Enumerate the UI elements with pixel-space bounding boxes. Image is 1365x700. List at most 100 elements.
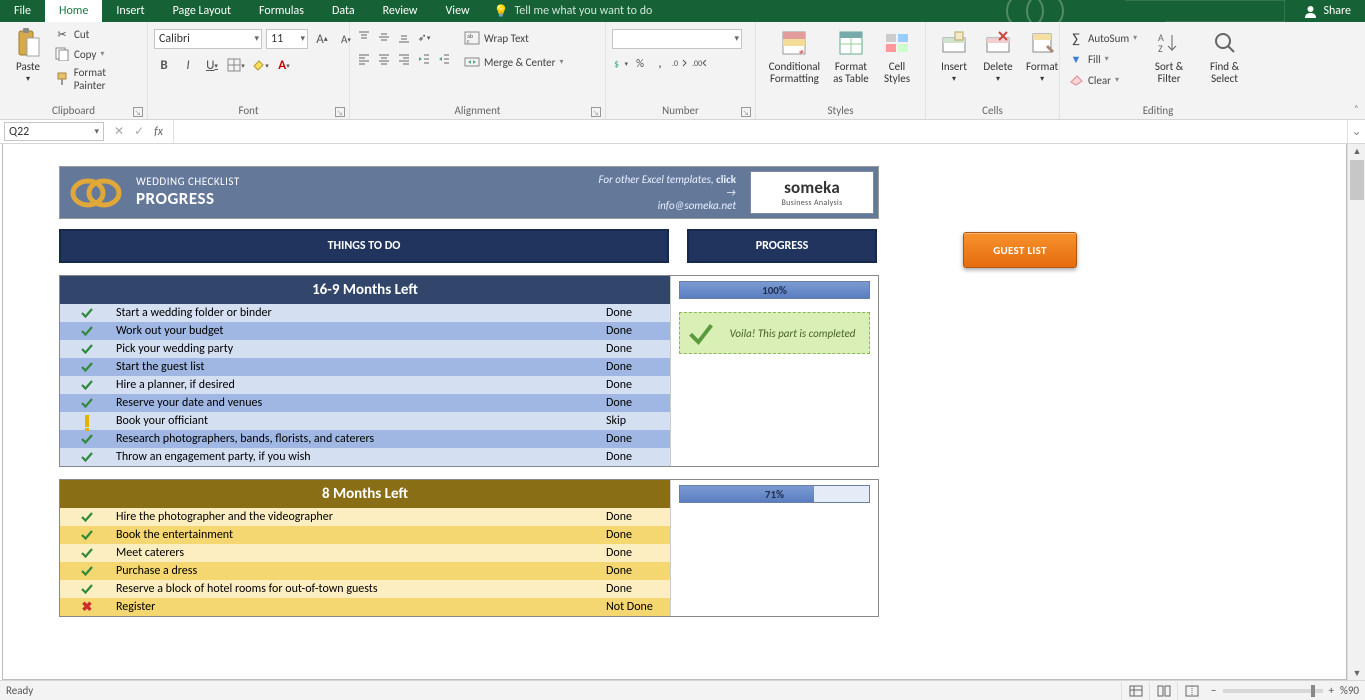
font-size-select[interactable]: 11▾ [266,29,308,49]
task-row[interactable]: Research photographers, bands, florists,… [60,430,670,448]
task-row[interactable]: Book your officiantSkip [60,412,670,430]
collapse-ribbon-button[interactable]: ˄ [1354,102,1359,115]
page-break-view-button[interactable] [1177,682,1205,700]
status-bar: Ready − + %90 [0,680,1365,700]
task-row[interactable]: Hire a planner, if desiredDone [60,376,670,394]
task-status: Done [606,546,670,560]
task-row[interactable]: Start the guest listDone [60,358,670,376]
alignment-dialog-launcher[interactable]: ↘ [591,107,601,117]
accounting-format-button[interactable]: $▾ [612,55,628,71]
tab-file[interactable]: File [0,0,45,22]
sort-filter-button[interactable]: AZSort & Filter [1145,25,1193,87]
task-text: Book your officiant [114,414,606,428]
insert-cells-button[interactable]: Insert▾ [932,25,976,87]
clear-button[interactable]: Clear▾ [1066,71,1139,89]
painter-label: Format Painter [74,66,139,92]
zoom-value[interactable]: %90 [1340,684,1359,697]
scroll-down-button[interactable]: ▼ [1348,666,1365,680]
increase-font-button[interactable]: A▴ [312,29,332,49]
expand-formula-bar-button[interactable]: ⌄ [1347,120,1365,143]
task-row[interactable]: Start a wedding folder or binderDone [60,304,670,322]
task-row[interactable]: Pick your wedding partyDone [60,340,670,358]
font-name-select[interactable]: Calibri▾ [154,29,262,49]
tab-formulas[interactable]: Formulas [245,0,318,22]
increase-indent-button[interactable] [436,51,452,67]
cell-styles-button[interactable]: Cell Styles [875,25,919,87]
italic-button[interactable]: I [178,55,198,75]
format-cells-button[interactable]: Format▾ [1020,25,1064,87]
decrease-decimal-button[interactable]: .00 [692,55,708,71]
worksheet-canvas[interactable]: WEDDING CHECKLIST PROGRESS For other Exc… [2,144,1347,680]
format-painter-button[interactable]: Format Painter [52,65,141,93]
autosum-button[interactable]: ∑AutoSum▾ [1066,29,1139,47]
tab-review[interactable]: Review [369,0,432,22]
font-size-value: 11 [271,32,283,46]
align-middle-button[interactable] [376,29,392,45]
header-click-link[interactable]: click [716,173,736,186]
number-dialog-launcher[interactable]: ↘ [741,107,751,117]
font-dialog-launcher[interactable]: ↘ [335,107,345,117]
tab-insert[interactable]: Insert [102,0,158,22]
merge-center-button[interactable]: Merge & Center▾ [462,53,566,71]
scroll-up-button[interactable]: ▲ [1348,144,1365,158]
bold-button[interactable]: B [154,55,174,75]
align-left-button[interactable] [356,51,372,67]
wrap-text-button[interactable]: abcWrap Text [462,29,566,47]
tell-me[interactable]: 💡 Tell me what you want to do [494,0,653,22]
share-button[interactable]: Share [1290,0,1365,22]
header-email[interactable]: info@someka.net [598,199,736,212]
decrease-indent-button[interactable] [416,51,432,67]
table-label: Format as Table [833,61,869,85]
find-icon [1209,27,1241,59]
task-row[interactable]: Hire the photographer and the videograph… [60,508,670,526]
formula-input[interactable] [173,120,1347,143]
delete-cells-button[interactable]: Delete▾ [976,25,1020,87]
number-format-select[interactable]: ▾ [612,29,742,49]
find-select-button[interactable]: Find & Select [1199,25,1250,87]
conditional-formatting-button[interactable]: ≠Conditional Formatting [762,25,827,87]
align-right-button[interactable] [396,51,412,67]
align-center-button[interactable] [376,51,392,67]
normal-view-button[interactable] [1121,682,1149,700]
format-as-table-button[interactable]: Format as Table [827,25,875,87]
comma-format-button[interactable]: , [652,55,668,71]
task-row[interactable]: Meet caterersDone [60,544,670,562]
fx-button[interactable]: fx [154,125,163,139]
tab-data[interactable]: Data [318,0,369,22]
task-row[interactable]: ✖RegisterNot Done [60,598,670,616]
task-row[interactable]: Book the entertainmentDone [60,526,670,544]
cut-button[interactable]: ✂Cut [52,25,141,43]
page-layout-view-button[interactable] [1149,682,1177,700]
orientation-button[interactable]: ➶▾ [416,29,432,45]
guest-list-button[interactable]: GUEST LIST [963,232,1077,268]
enter-formula-button[interactable]: ✓ [134,124,144,139]
task-status: Done [606,432,670,446]
zoom-out-button[interactable]: − [1211,684,1216,697]
fill-button[interactable]: ▼Fill▾ [1066,50,1139,68]
align-bottom-button[interactable] [396,29,412,45]
tab-view[interactable]: View [432,0,484,22]
zoom-in-button[interactable]: + [1329,684,1334,697]
copy-button[interactable]: Copy▾ [52,45,141,63]
vertical-scrollbar[interactable]: ▲ ▼ [1347,144,1365,680]
task-row[interactable]: Purchase a dressDone [60,562,670,580]
cancel-formula-button[interactable]: ✕ [114,124,124,139]
paste-button[interactable]: Paste▾ [6,25,50,87]
scroll-thumb[interactable] [1350,160,1364,200]
zoom-slider[interactable] [1223,689,1323,693]
name-box[interactable]: Q22▾ [4,122,104,141]
tab-page-layout[interactable]: Page Layout [159,0,245,22]
font-color-button[interactable]: A▾ [274,55,294,75]
underline-button[interactable]: U▾ [202,55,222,75]
task-row[interactable]: Reserve a block of hotel rooms for out-o… [60,580,670,598]
task-row[interactable]: Work out your budgetDone [60,322,670,340]
percent-format-button[interactable]: % [632,55,648,71]
task-row[interactable]: Throw an engagement party, if you wishDo… [60,448,670,466]
tab-home[interactable]: Home [45,0,102,22]
clipboard-dialog-launcher[interactable]: ↘ [133,107,143,117]
borders-button[interactable]: ▾ [226,55,246,75]
increase-decimal-button[interactable]: .0 [672,55,688,71]
task-row[interactable]: Reserve your date and venuesDone [60,394,670,412]
fill-color-button[interactable]: ▾ [250,55,270,75]
align-top-button[interactable] [356,29,372,45]
